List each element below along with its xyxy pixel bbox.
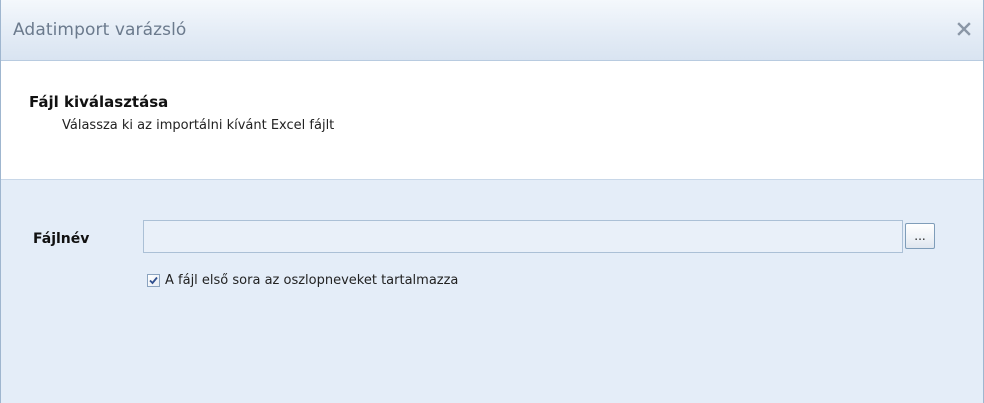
first-row-headers-option[interactable]: A fájl első sora az oszlopneveket tartal… (147, 273, 458, 288)
wizard-content-panel: Fájlnév ... A fájl első sora az oszlopne… (1, 180, 983, 403)
wizard-header-panel: Fájl kiválasztása Válassza ki az importá… (1, 61, 983, 180)
first-row-headers-label[interactable]: A fájl első sora az oszlopneveket tartal… (165, 273, 458, 288)
browse-button[interactable]: ... (905, 223, 935, 249)
import-wizard-window: Adatimport varázsló Fájl kiválasztása Vá… (0, 0, 984, 403)
step-title: Fájl kiválasztása (29, 93, 169, 111)
checkmark-icon (149, 276, 158, 285)
first-row-headers-checkbox[interactable] (147, 274, 160, 287)
close-icon (957, 22, 971, 36)
title-bar[interactable]: Adatimport varázsló (1, 0, 983, 61)
step-description: Válassza ki az importálni kívánt Excel f… (62, 118, 335, 133)
file-name-label: Fájlnév (33, 231, 90, 247)
window-title: Adatimport varázsló (13, 20, 187, 40)
close-button[interactable] (953, 18, 975, 40)
file-name-input[interactable] (143, 220, 903, 253)
